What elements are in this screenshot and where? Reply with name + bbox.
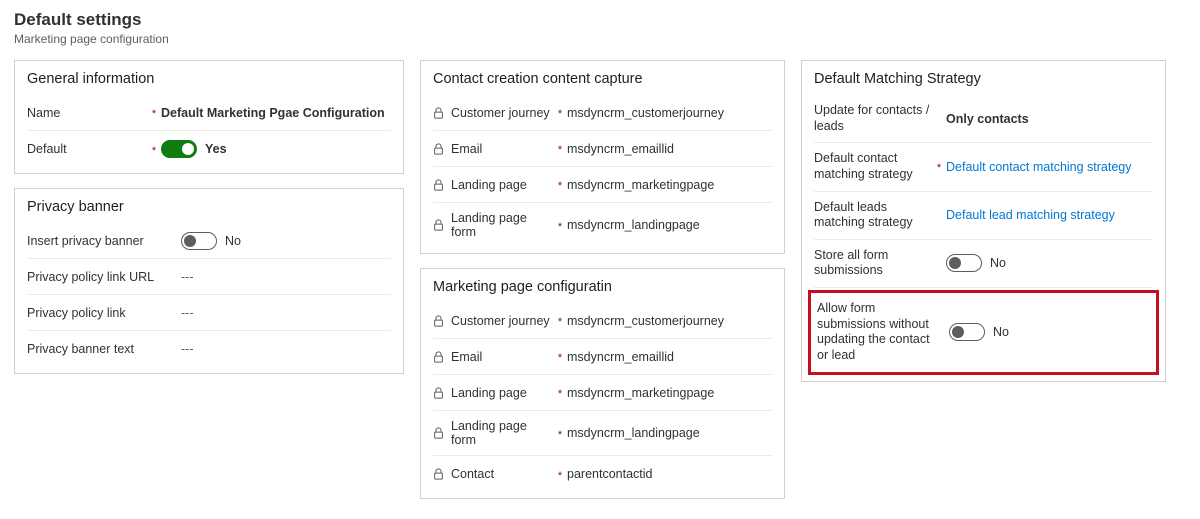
locked-field-label: Landing page form bbox=[433, 211, 553, 239]
card-title: Default Matching Strategy bbox=[814, 71, 1153, 87]
locked-field-label: Contact bbox=[433, 467, 553, 481]
locked-field-value: parentcontactid bbox=[567, 467, 772, 481]
required-mark: * bbox=[558, 108, 562, 120]
store-submissions-toggle[interactable] bbox=[946, 254, 982, 272]
name-label: Name bbox=[27, 106, 147, 120]
lock-icon bbox=[433, 179, 445, 191]
lock-icon bbox=[433, 468, 445, 480]
card-title: Marketing page configuratin bbox=[433, 279, 772, 295]
card-title: General information bbox=[27, 71, 391, 87]
default-label: Default bbox=[27, 142, 147, 156]
page-title: Default settings bbox=[14, 10, 1186, 30]
locked-field-value: msdyncrm_emaillid bbox=[567, 350, 772, 364]
required-mark: * bbox=[558, 144, 562, 156]
policy-url-label: Privacy policy link URL bbox=[27, 270, 167, 284]
locked-row: Landing page form * msdyncrm_landingpage bbox=[433, 411, 772, 456]
locked-field-label: Email bbox=[433, 142, 553, 156]
lock-icon bbox=[433, 387, 445, 399]
locked-row: Email * msdyncrm_emaillid bbox=[433, 131, 772, 167]
allow-form-highlight: Allow form submissions without updating … bbox=[808, 290, 1159, 375]
locked-field-label: Customer journey bbox=[433, 314, 553, 328]
insert-privacy-label: Insert privacy banner bbox=[27, 234, 167, 248]
required-mark: * bbox=[937, 162, 941, 174]
locked-row: Email * msdyncrm_emaillid bbox=[433, 339, 772, 375]
default-toggle[interactable] bbox=[161, 140, 197, 158]
allow-form-text: No bbox=[993, 325, 1009, 339]
required-mark: * bbox=[558, 180, 562, 192]
locked-field-value: msdyncrm_customerjourney bbox=[567, 314, 772, 328]
default-toggle-text: Yes bbox=[205, 142, 227, 156]
policy-link-value[interactable]: --- bbox=[181, 306, 391, 320]
card-contact-capture: Contact creation content capture Custome… bbox=[420, 60, 785, 254]
card-privacy-banner: Privacy banner Insert privacy banner No … bbox=[14, 188, 404, 374]
card-title: Privacy banner bbox=[27, 199, 391, 215]
locked-field-value: msdyncrm_customerjourney bbox=[567, 106, 772, 120]
card-title: Contact creation content capture bbox=[433, 71, 772, 87]
page-subtitle: Marketing page configuration bbox=[14, 32, 1186, 46]
locked-field-value: msdyncrm_landingpage bbox=[567, 218, 772, 232]
lead-strategy-link[interactable]: Default lead matching strategy bbox=[946, 208, 1115, 222]
contact-strategy-link[interactable]: Default contact matching strategy bbox=[946, 160, 1132, 174]
required-mark: * bbox=[558, 388, 562, 400]
locked-field-value: msdyncrm_marketingpage bbox=[567, 386, 772, 400]
locked-field-label: Customer journey bbox=[433, 106, 553, 120]
store-submissions-text: No bbox=[990, 256, 1006, 270]
required-mark: * bbox=[558, 352, 562, 364]
card-matching-strategy: Default Matching Strategy Update for con… bbox=[801, 60, 1166, 382]
store-submissions-label: Store all form submissions bbox=[814, 248, 932, 279]
locked-field-label: Landing page bbox=[433, 386, 553, 400]
update-for-label: Update for contacts / leads bbox=[814, 103, 932, 134]
locked-row: Landing page * msdyncrm_marketingpage bbox=[433, 375, 772, 411]
required-mark: * bbox=[558, 221, 562, 233]
policy-url-value[interactable]: --- bbox=[181, 270, 391, 284]
insert-privacy-text: No bbox=[225, 234, 241, 248]
banner-text-value[interactable]: --- bbox=[181, 342, 391, 356]
banner-text-label: Privacy banner text bbox=[27, 342, 167, 356]
required-mark: * bbox=[558, 316, 562, 328]
lock-icon bbox=[433, 219, 445, 231]
lock-icon bbox=[433, 351, 445, 363]
locked-field-value: msdyncrm_landingpage bbox=[567, 426, 772, 440]
required-mark: * bbox=[558, 470, 562, 482]
allow-form-label: Allow form submissions without updating … bbox=[817, 301, 935, 364]
locked-row: Landing page * msdyncrm_marketingpage bbox=[433, 167, 772, 203]
policy-link-label: Privacy policy link bbox=[27, 306, 167, 320]
required-mark: * bbox=[152, 145, 156, 157]
lock-icon bbox=[433, 143, 445, 155]
locked-row: Customer journey * msdyncrm_customerjourne… bbox=[433, 303, 772, 339]
lock-icon bbox=[433, 427, 445, 439]
locked-field-label: Landing page bbox=[433, 178, 553, 192]
allow-form-toggle[interactable] bbox=[949, 323, 985, 341]
locked-field-value: msdyncrm_marketingpage bbox=[567, 178, 772, 192]
update-for-value[interactable]: Only contacts bbox=[946, 112, 1153, 126]
card-general-information: General information Name * Default Marke… bbox=[14, 60, 404, 174]
lock-icon bbox=[433, 315, 445, 327]
locked-row: Landing page form * msdyncrm_landingpage bbox=[433, 203, 772, 247]
required-mark: * bbox=[558, 429, 562, 441]
locked-field-label: Landing page form bbox=[433, 419, 553, 447]
required-mark: * bbox=[152, 108, 156, 120]
locked-row: Contact * parentcontactid bbox=[433, 456, 772, 492]
locked-field-label: Email bbox=[433, 350, 553, 364]
insert-privacy-toggle[interactable] bbox=[181, 232, 217, 250]
card-marketing-page-config: Marketing page configuratin Customer jou… bbox=[420, 268, 785, 499]
name-value[interactable]: Default Marketing Pgae Configuration bbox=[161, 106, 385, 120]
lock-icon bbox=[433, 107, 445, 119]
contact-strategy-label: Default contact matching strategy bbox=[814, 151, 932, 182]
lead-strategy-label: Default leads matching strategy bbox=[814, 200, 932, 231]
locked-row: Customer journey * msdyncrm_customerjourne… bbox=[433, 95, 772, 131]
locked-field-value: msdyncrm_emaillid bbox=[567, 142, 772, 156]
